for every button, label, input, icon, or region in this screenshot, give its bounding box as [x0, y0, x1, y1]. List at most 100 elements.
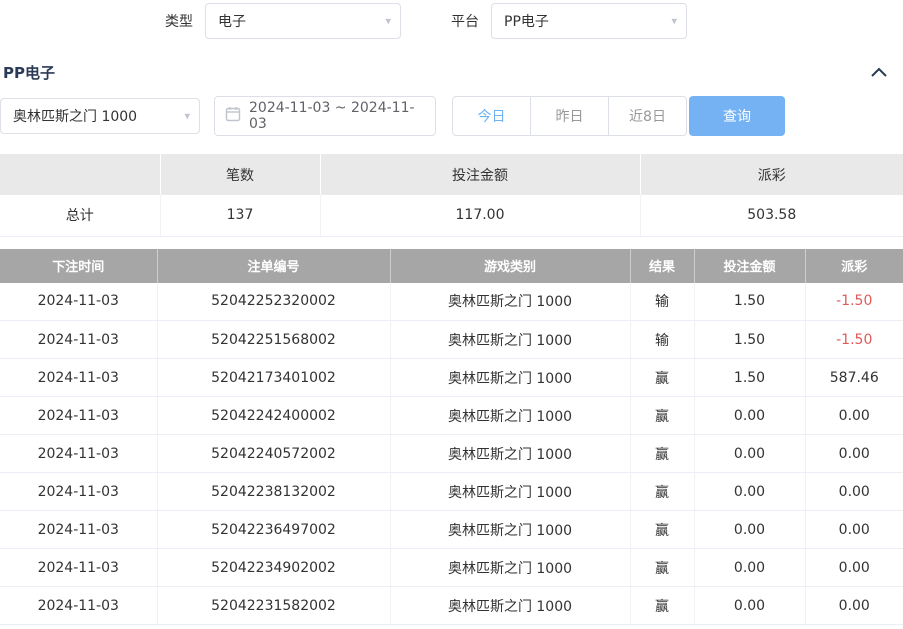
cell-payout: -1.50 — [805, 321, 903, 359]
quick-date-button-group: 今日 昨日 近8日 — [452, 96, 687, 136]
records-header-result: 结果 — [630, 249, 694, 283]
calendar-icon — [225, 106, 241, 126]
cell-payout: 0.00 — [805, 511, 903, 549]
cell-payout: 0.00 — [805, 435, 903, 473]
records-header-payout: 派彩 — [805, 249, 903, 283]
records-body: 2024-11-0352042252320002奥林匹斯之门 1000输1.50… — [0, 283, 903, 625]
records-header-amount: 投注金额 — [694, 249, 805, 283]
summary-total-count: 137 — [160, 195, 320, 236]
cell-game: 奥林匹斯之门 1000 — [390, 511, 630, 549]
cell-game: 奥林匹斯之门 1000 — [390, 473, 630, 511]
records-header-time: 下注时间 — [0, 249, 157, 283]
cell-payout: 0.00 — [805, 549, 903, 587]
table-row: 2024-11-0352042173401002奥林匹斯之门 1000赢1.50… — [0, 359, 903, 397]
table-row: 2024-11-0352042236497002奥林匹斯之门 1000赢 0.00… — [0, 511, 903, 549]
cell-game: 奥林匹斯之门 1000 — [390, 435, 630, 473]
game-select-value: 奥林匹斯之门 1000 — [13, 106, 137, 126]
cell-game: 奥林匹斯之门 1000 — [390, 359, 630, 397]
cell-game: 奥林匹斯之门 1000 — [390, 283, 630, 321]
table-row: 2024-11-0352042251568002奥林匹斯之门 1000输1.50… — [0, 321, 903, 359]
cell-result: 输 — [630, 321, 694, 359]
cell-payout: 587.46 — [805, 359, 903, 397]
summary-total-amount: 117.00 — [320, 195, 640, 236]
cell-result: 赢 — [630, 549, 694, 587]
summary-header-count: 笔数 — [160, 154, 320, 195]
type-select-value: 电子 — [218, 11, 246, 31]
date-range-value: 2024-11-03 ~ 2024-11-03 — [249, 100, 425, 132]
cell-amount: 1.50 — [694, 283, 805, 321]
chevron-down-icon: ▾ — [671, 15, 677, 28]
cell-bet-time: 2024-11-03 — [0, 435, 157, 473]
cell-amount: 0.00 — [694, 397, 805, 435]
type-label: 类型 — [165, 11, 193, 31]
records-header-row: 下注时间 注单编号 游戏类别 结果 投注金额 派彩 — [0, 249, 903, 283]
cell-bet-id: 52042240572002 — [157, 435, 390, 473]
cell-result: 赢 — [630, 473, 694, 511]
cell-bet-time: 2024-11-03 — [0, 587, 157, 625]
cell-bet-id: 52042251568002 — [157, 321, 390, 359]
cell-amount: 1.50 — [694, 359, 805, 397]
chevron-down-icon: ▾ — [184, 110, 190, 123]
cell-payout: -1.50 — [805, 283, 903, 321]
search-button[interactable]: 查询 — [689, 96, 785, 136]
cell-result: 输 — [630, 283, 694, 321]
cell-bet-time: 2024-11-03 — [0, 473, 157, 511]
quick-btn-today[interactable]: 今日 — [452, 96, 531, 136]
cell-bet-id: 52042173401002 — [157, 359, 390, 397]
cell-bet-time: 2024-11-03 — [0, 511, 157, 549]
top-filter-bar: 类型 电子 ▾ 平台 PP电子 ▾ — [0, 0, 903, 42]
quick-btn-last8days[interactable]: 近8日 — [608, 96, 687, 136]
cell-game: 奥林匹斯之门 1000 — [390, 587, 630, 625]
cell-bet-id: 52042252320002 — [157, 283, 390, 321]
cell-result: 赢 — [630, 359, 694, 397]
type-select[interactable]: 电子 ▾ — [205, 3, 401, 39]
records-header-game: 游戏类别 — [390, 249, 630, 283]
filter-row: 奥林匹斯之门 1000 ▾ 2024-11-03 ~ 2024-11-03 今日… — [0, 96, 903, 136]
summary-header-payout: 派彩 — [640, 154, 903, 195]
table-row: 2024-11-0352042242400002奥林匹斯之门 1000赢0.00… — [0, 397, 903, 435]
summary-table: 笔数 投注金额 派彩 总计 137 117.00 503.58 — [0, 154, 903, 237]
platform-label: 平台 — [451, 11, 479, 31]
records-table: 下注时间 注单编号 游戏类别 结果 投注金额 派彩 2024-11-035204… — [0, 249, 903, 626]
cell-payout: 0.00 — [805, 473, 903, 511]
game-select[interactable]: 奥林匹斯之门 1000 ▾ — [0, 98, 200, 134]
cell-amount: 0.00 — [694, 549, 805, 587]
cell-result: 赢 — [630, 587, 694, 625]
cell-amount: 0.00 — [694, 587, 805, 625]
chevron-up-icon[interactable] — [871, 67, 887, 77]
platform-select[interactable]: PP电子 ▾ — [491, 3, 687, 39]
records-header-betid: 注单编号 — [157, 249, 390, 283]
cell-amount: 1.50 — [694, 321, 805, 359]
cell-bet-id: 52042236497002 — [157, 511, 390, 549]
cell-payout: 0.00 — [805, 587, 903, 625]
cell-bet-time: 2024-11-03 — [0, 397, 157, 435]
cell-result: 赢 — [630, 435, 694, 473]
cell-amount: 0.00 — [694, 435, 805, 473]
table-row: 2024-11-0352042234902002奥林匹斯之门 1000赢0.00… — [0, 549, 903, 587]
table-row: 2024-11-0352042231582002奥林匹斯之门 1000赢0.00… — [0, 587, 903, 625]
summary-header-amount: 投注金额 — [320, 154, 640, 195]
table-row: 2024-11-0352042238132002奥林匹斯之门 1000赢0.00… — [0, 473, 903, 511]
summary-total-row: 总计 137 117.00 503.58 — [0, 195, 903, 236]
cell-result: 赢 — [630, 511, 694, 549]
chevron-down-icon: ▾ — [385, 15, 391, 28]
cell-payout: 0.00 — [805, 397, 903, 435]
cell-game: 奥林匹斯之门 1000 — [390, 549, 630, 587]
summary-header-empty — [0, 154, 160, 195]
cell-bet-time: 2024-11-03 — [0, 321, 157, 359]
table-row: 2024-11-0352042252320002奥林匹斯之门 1000输1.50… — [0, 283, 903, 321]
cell-game: 奥林匹斯之门 1000 — [390, 321, 630, 359]
cell-bet-id: 52042242400002 — [157, 397, 390, 435]
section-header: PP电子 — [0, 54, 903, 90]
cell-bet-id: 52042238132002 — [157, 473, 390, 511]
section-title: PP电子 — [3, 62, 55, 83]
cell-amount: 0.00 — [694, 473, 805, 511]
cell-bet-time: 2024-11-03 — [0, 359, 157, 397]
quick-btn-yesterday[interactable]: 昨日 — [530, 96, 609, 136]
platform-select-value: PP电子 — [504, 11, 549, 31]
cell-bet-id: 52042234902002 — [157, 549, 390, 587]
summary-total-payout: 503.58 — [640, 195, 903, 236]
table-row: 2024-11-0352042240572002奥林匹斯之门 1000赢0.00… — [0, 435, 903, 473]
date-range-input[interactable]: 2024-11-03 ~ 2024-11-03 — [214, 96, 436, 136]
cell-bet-time: 2024-11-03 — [0, 283, 157, 321]
